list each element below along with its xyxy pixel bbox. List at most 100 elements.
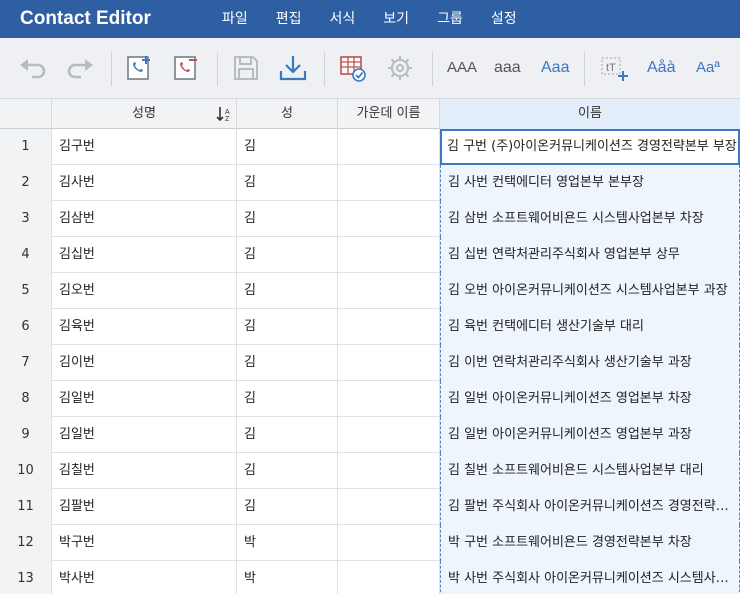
sort-ascending-icon[interactable]: A Z [216, 106, 232, 122]
table-row[interactable]: 8 김일번 김 김 일번 아이온커뮤니케이션즈 영업본부 차장 [0, 381, 740, 417]
row-number-cell[interactable]: 2 [0, 165, 52, 201]
menu-group[interactable]: 그룹 [423, 0, 477, 38]
full-name-cell[interactable]: 박구번 [52, 525, 237, 561]
last-name-cell[interactable]: 김 [237, 129, 338, 165]
redo-button[interactable] [64, 52, 96, 84]
table-row[interactable]: 1 김구번 김 김 구번 (주)아이온커뮤니케이션즈 경영전략본부 부장 [0, 129, 740, 165]
table-row[interactable]: 11 김팔번 김 김 팔번 주식회사 아이온커뮤니케이션즈 경영전략본… [0, 489, 740, 525]
last-name-cell[interactable]: 박 [237, 525, 338, 561]
first-name-cell[interactable]: 김 일번 아이온커뮤니케이션즈 영업본부 차장 [440, 381, 740, 417]
middle-name-cell[interactable] [338, 561, 440, 594]
delete-contact-button[interactable] [170, 52, 202, 84]
last-name-cell[interactable]: 김 [237, 489, 338, 525]
table-row[interactable]: 7 김이번 김 김 이번 연락처관리주식회사 생산기술부 과장 [0, 345, 740, 381]
column-header-full-name[interactable]: 성명 A Z [52, 99, 237, 129]
table-row[interactable]: 6 김육번 김 김 육번 컨택에디터 생산기술부 대리 [0, 309, 740, 345]
group-button[interactable] [384, 52, 416, 84]
first-name-cell[interactable]: 김 육번 컨택에디터 생산기술부 대리 [440, 309, 740, 345]
check-table-button[interactable] [337, 52, 369, 84]
table-row[interactable]: 4 김십번 김 김 십번 연락처관리주식회사 영업본부 상무 [0, 237, 740, 273]
row-number-cell[interactable]: 6 [0, 309, 52, 345]
row-number-cell[interactable]: 4 [0, 237, 52, 273]
text-mix-button[interactable]: Aåà [647, 52, 675, 84]
middle-name-cell[interactable] [338, 453, 440, 489]
table-row[interactable]: 2 김사번 김 김 사번 컨택에디터 영업본부 본부장 [0, 165, 740, 201]
middle-name-cell[interactable] [338, 201, 440, 237]
uppercase-button[interactable]: AAA [447, 52, 477, 84]
save-button[interactable] [230, 52, 262, 84]
last-name-cell[interactable]: 김 [237, 381, 338, 417]
last-name-cell[interactable]: 김 [237, 309, 338, 345]
full-name-cell[interactable]: 김육번 [52, 309, 237, 345]
full-name-cell[interactable]: 김구번 [52, 129, 237, 165]
full-name-cell[interactable]: 김사번 [52, 165, 237, 201]
full-name-cell[interactable]: 박사번 [52, 561, 237, 594]
row-number-cell[interactable]: 7 [0, 345, 52, 381]
middle-name-cell[interactable] [338, 273, 440, 309]
row-number-cell[interactable]: 3 [0, 201, 52, 237]
middle-name-cell[interactable] [338, 489, 440, 525]
middle-name-cell[interactable] [338, 525, 440, 561]
last-name-cell[interactable]: 김 [237, 345, 338, 381]
middle-name-cell[interactable] [338, 417, 440, 453]
last-name-cell[interactable]: 김 [237, 453, 338, 489]
middle-name-cell[interactable] [338, 309, 440, 345]
column-header-first-name[interactable]: 이름 [440, 99, 740, 129]
middle-name-cell[interactable] [338, 345, 440, 381]
last-name-cell[interactable]: 김 [237, 273, 338, 309]
lowercase-button[interactable]: aaa [494, 52, 521, 84]
row-number-cell[interactable]: 8 [0, 381, 52, 417]
row-number-cell[interactable]: 5 [0, 273, 52, 309]
titlecase-button[interactable]: Aaa [541, 52, 569, 84]
menu-settings[interactable]: 설정 [477, 0, 531, 38]
first-name-cell[interactable]: 박 구번 소프트웨어비욘드 경영전략본부 차장 [440, 525, 740, 561]
first-name-cell[interactable]: 김 일번 아이온커뮤니케이션즈 영업본부 과장 [440, 417, 740, 453]
row-number-cell[interactable]: 9 [0, 417, 52, 453]
add-contact-button[interactable] [123, 52, 155, 84]
full-name-cell[interactable]: 김십번 [52, 237, 237, 273]
first-name-cell[interactable]: 김 사번 컨택에디터 영업본부 본부장 [440, 165, 740, 201]
table-row[interactable]: 10 김칠번 김 김 칠번 소프트웨어비욘드 시스템사업본부 대리 [0, 453, 740, 489]
first-name-cell[interactable]: 김 삼번 소프트웨어비욘드 시스템사업본부 차장 [440, 201, 740, 237]
last-name-cell[interactable]: 김 [237, 237, 338, 273]
undo-button[interactable] [17, 52, 49, 84]
last-name-cell[interactable]: 박 [237, 561, 338, 594]
import-button[interactable] [277, 52, 309, 84]
full-name-cell[interactable]: 김삼번 [52, 201, 237, 237]
first-name-cell[interactable]: 김 십번 연락처관리주식회사 영업본부 상무 [440, 237, 740, 273]
full-name-cell[interactable]: 김이번 [52, 345, 237, 381]
row-number-cell[interactable]: 13 [0, 561, 52, 594]
row-number-cell[interactable]: 1 [0, 129, 52, 165]
table-row[interactable]: 3 김삼번 김 김 삼번 소프트웨어비욘드 시스템사업본부 차장 [0, 201, 740, 237]
first-name-cell[interactable]: 김 이번 연락처관리주식회사 생산기술부 과장 [440, 345, 740, 381]
middle-name-cell[interactable] [338, 129, 440, 165]
row-number-cell[interactable]: 11 [0, 489, 52, 525]
middle-name-cell[interactable] [338, 237, 440, 273]
table-row[interactable]: 12 박구번 박 박 구번 소프트웨어비욘드 경영전략본부 차장 [0, 525, 740, 561]
menu-edit[interactable]: 편집 [262, 0, 316, 38]
row-number-cell[interactable]: 12 [0, 525, 52, 561]
menu-view[interactable]: 보기 [369, 0, 423, 38]
table-row[interactable]: 9 김일번 김 김 일번 아이온커뮤니케이션즈 영업본부 과장 [0, 417, 740, 453]
last-name-cell[interactable]: 김 [237, 201, 338, 237]
menu-file[interactable]: 파일 [208, 0, 262, 38]
first-name-cell[interactable]: 김 칠번 소프트웨어비욘드 시스템사업본부 대리 [440, 453, 740, 489]
column-header-last-name[interactable]: 성 [237, 99, 338, 129]
middle-name-cell[interactable] [338, 165, 440, 201]
table-row[interactable]: 5 김오번 김 김 오번 아이온커뮤니케이션즈 시스템사업본부 과장 [0, 273, 740, 309]
row-number-cell[interactable]: 10 [0, 453, 52, 489]
table-row[interactable]: 13 박사번 박 박 사번 주식회사 아이온커뮤니케이션즈 시스템사업… [0, 561, 740, 594]
full-name-cell[interactable]: 김일번 [52, 381, 237, 417]
first-name-cell[interactable]: 김 팔번 주식회사 아이온커뮤니케이션즈 경영전략본… [440, 489, 740, 525]
column-header-middle-name[interactable]: 가운데 이름 [338, 99, 440, 129]
text-size-button[interactable]: tT [598, 52, 630, 84]
first-name-cell[interactable]: 박 사번 주식회사 아이온커뮤니케이션즈 시스템사업… [440, 561, 740, 594]
first-name-cell[interactable]: 김 구번 (주)아이온커뮤니케이션즈 경영전략본부 부장 [440, 129, 740, 165]
middle-name-cell[interactable] [338, 381, 440, 417]
first-name-cell[interactable]: 김 오번 아이온커뮤니케이션즈 시스템사업본부 과장 [440, 273, 740, 309]
text-style-button[interactable]: Aaª [696, 52, 720, 84]
full-name-cell[interactable]: 김팔번 [52, 489, 237, 525]
full-name-cell[interactable]: 김칠번 [52, 453, 237, 489]
full-name-cell[interactable]: 김일번 [52, 417, 237, 453]
last-name-cell[interactable]: 김 [237, 417, 338, 453]
